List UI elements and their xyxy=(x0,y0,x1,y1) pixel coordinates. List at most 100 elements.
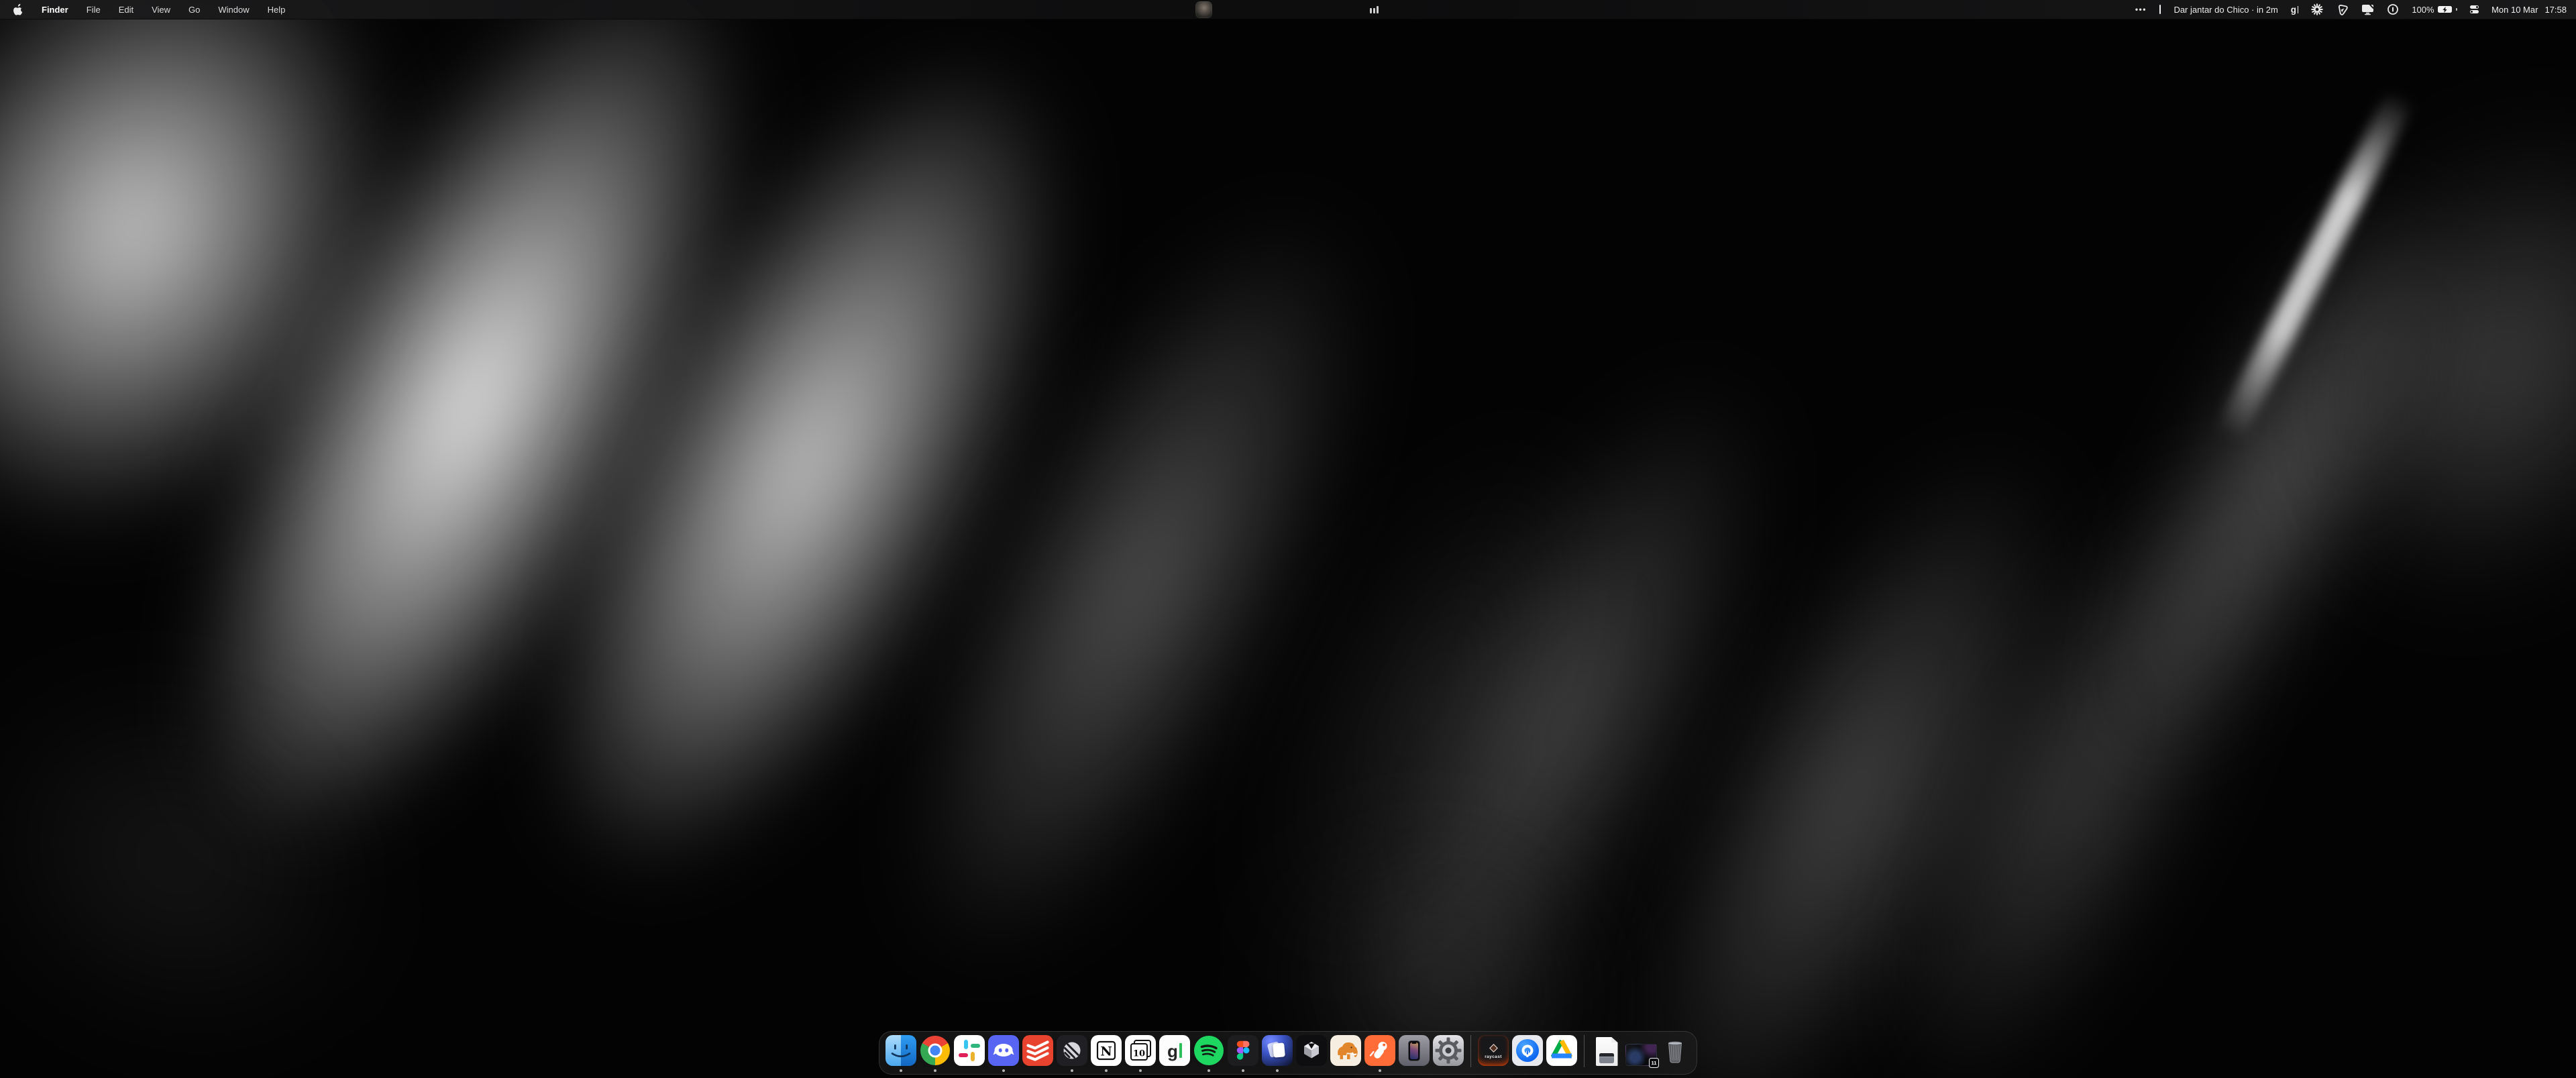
1password-menubar-item[interactable] xyxy=(2387,3,2399,15)
svg-text:N: N xyxy=(1100,1044,1112,1059)
dock: N 10 g xyxy=(879,1031,1697,1075)
1password-icon xyxy=(1512,1035,1543,1066)
menu-help[interactable]: Help xyxy=(268,5,286,15)
level-bars-icon[interactable] xyxy=(1370,5,1379,13)
raycast-icon: raycast xyxy=(1478,1035,1509,1066)
apple-logo-icon xyxy=(13,3,23,15)
screen-studio-icon xyxy=(1262,1035,1293,1066)
dock-item-spotify[interactable] xyxy=(1193,1035,1224,1066)
chrome-icon xyxy=(920,1036,950,1065)
card-front xyxy=(1273,1042,1285,1057)
menu-bar-left: Finder File Edit View Go Window Help xyxy=(0,3,285,15)
toggle-pill xyxy=(2470,5,2479,9)
bar xyxy=(1377,6,1379,13)
svg-text:10: 10 xyxy=(1133,1049,1145,1059)
dock-item-postman[interactable] xyxy=(1364,1035,1395,1066)
postico-mammoth-icon xyxy=(1330,1035,1361,1066)
dock-item-figma[interactable] xyxy=(1228,1035,1258,1066)
menu-file[interactable]: File xyxy=(87,5,101,15)
menu-app-name[interactable]: Finder xyxy=(42,5,68,15)
linear-icon xyxy=(1057,1035,1087,1066)
stack-badge: 11 xyxy=(1649,1058,1659,1068)
todoist-icon xyxy=(1022,1035,1053,1066)
figma-icon xyxy=(1228,1035,1258,1066)
camera-avatar-menubar-item[interactable] xyxy=(1195,1,1212,18)
running-indicator xyxy=(1208,1069,1210,1072)
1password-ring-icon xyxy=(2387,3,2399,15)
menu-view[interactable]: View xyxy=(152,5,170,15)
dock-item-screen-studio[interactable] xyxy=(1262,1035,1293,1066)
control-center-menubar-item[interactable] xyxy=(2470,5,2479,14)
notion-calendar-icon: 10 xyxy=(1125,1035,1156,1066)
dock-item-postico[interactable] xyxy=(1330,1035,1361,1066)
menu-window[interactable]: Window xyxy=(218,5,249,15)
trash-icon xyxy=(1660,1035,1690,1066)
iphone-graphic xyxy=(1408,1040,1420,1061)
sunburst-icon xyxy=(2311,3,2323,15)
dock-item-raycast[interactable]: raycast xyxy=(1478,1035,1509,1066)
pick-shape-icon xyxy=(2336,3,2349,16)
event-bar-icon xyxy=(2159,5,2161,14)
dock-item-google-drive[interactable] xyxy=(1546,1035,1577,1066)
menu-go[interactable]: Go xyxy=(189,5,200,15)
raycast-logo xyxy=(1489,1044,1498,1053)
battery-percent: 100% xyxy=(2412,5,2434,15)
dock-item-linear[interactable] xyxy=(1057,1035,1087,1066)
apple-menu-icon[interactable] xyxy=(13,3,23,15)
1password-circle xyxy=(1516,1039,1539,1062)
battery-menubar-item[interactable]: 100% xyxy=(2412,5,2457,15)
dock-item-downloads-stack[interactable]: 11 xyxy=(1625,1035,1656,1066)
overflow-dots-menu[interactable]: ••• xyxy=(2135,5,2147,14)
dock-item-discord[interactable] xyxy=(988,1035,1019,1066)
desktop: Finder File Edit View Go Window Help •••… xyxy=(0,0,2576,1078)
battery-icon xyxy=(2438,6,2452,13)
running-indicator xyxy=(934,1069,936,1072)
dock-item-system-settings[interactable] xyxy=(1433,1035,1464,1066)
pick-shape-menubar-item[interactable] xyxy=(2336,3,2349,16)
granola-menubar-item[interactable]: g xyxy=(2291,5,2299,15)
dock-item-slack[interactable] xyxy=(954,1035,985,1066)
dock-item-chrome[interactable] xyxy=(920,1035,951,1066)
dock-item-notion-calendar[interactable]: 10 xyxy=(1125,1035,1156,1066)
display-icon xyxy=(2361,4,2374,15)
google-drive-icon xyxy=(1546,1035,1577,1066)
clock-menubar-item[interactable]: Mon 10 Mar 17:58 xyxy=(2491,5,2567,15)
running-indicator xyxy=(900,1069,902,1072)
date-text: Mon 10 Mar xyxy=(2491,5,2538,15)
menu-edit[interactable]: Edit xyxy=(119,5,133,15)
dock-item-3d-cube-app[interactable] xyxy=(1296,1035,1327,1066)
disk-image-file-icon xyxy=(1596,1037,1618,1066)
stack-thumbnail: 11 xyxy=(1625,1044,1657,1066)
calendar-event-item[interactable]: Dar jantar do Chico · in 2m xyxy=(2174,5,2277,15)
discord-icon xyxy=(988,1035,1019,1066)
dock-item-finder[interactable] xyxy=(885,1035,916,1066)
granola-cursor xyxy=(1179,1043,1182,1058)
iphone-mirroring-icon xyxy=(1399,1035,1430,1066)
toggle-pill xyxy=(2470,10,2479,14)
drive-graphic xyxy=(1599,1053,1614,1063)
dock-item-todoist[interactable] xyxy=(1022,1035,1053,1066)
dock-item-iphone-mirroring[interactable] xyxy=(1399,1035,1430,1066)
running-indicator xyxy=(1276,1069,1279,1072)
time-text: 17:58 xyxy=(2544,5,2567,15)
dock-item-disk-image-file[interactable] xyxy=(1591,1035,1622,1066)
sunburst-menubar-item[interactable] xyxy=(2311,3,2323,15)
granola-cursor-icon xyxy=(2298,6,2299,13)
running-indicator xyxy=(1139,1069,1142,1072)
raycast-label: raycast xyxy=(1485,1055,1502,1059)
notion-icon: N xyxy=(1091,1035,1122,1066)
dock-item-1password[interactable] xyxy=(1512,1035,1543,1066)
postman-icon xyxy=(1364,1035,1395,1066)
granola-icon: g xyxy=(1159,1035,1190,1066)
running-indicator xyxy=(1071,1069,1073,1072)
menu-bar: Finder File Edit View Go Window Help •••… xyxy=(0,0,2576,19)
dock-item-granola[interactable]: g xyxy=(1159,1035,1190,1066)
dock-item-notion[interactable]: N xyxy=(1091,1035,1122,1066)
running-indicator xyxy=(1379,1069,1381,1072)
dock-separator xyxy=(1584,1035,1585,1067)
display-menubar-item[interactable] xyxy=(2361,4,2374,15)
battery-nub xyxy=(2456,8,2457,11)
dock-item-trash[interactable] xyxy=(1660,1035,1690,1066)
system-settings-icon xyxy=(1433,1035,1464,1066)
cube-3d-icon xyxy=(1296,1035,1327,1066)
